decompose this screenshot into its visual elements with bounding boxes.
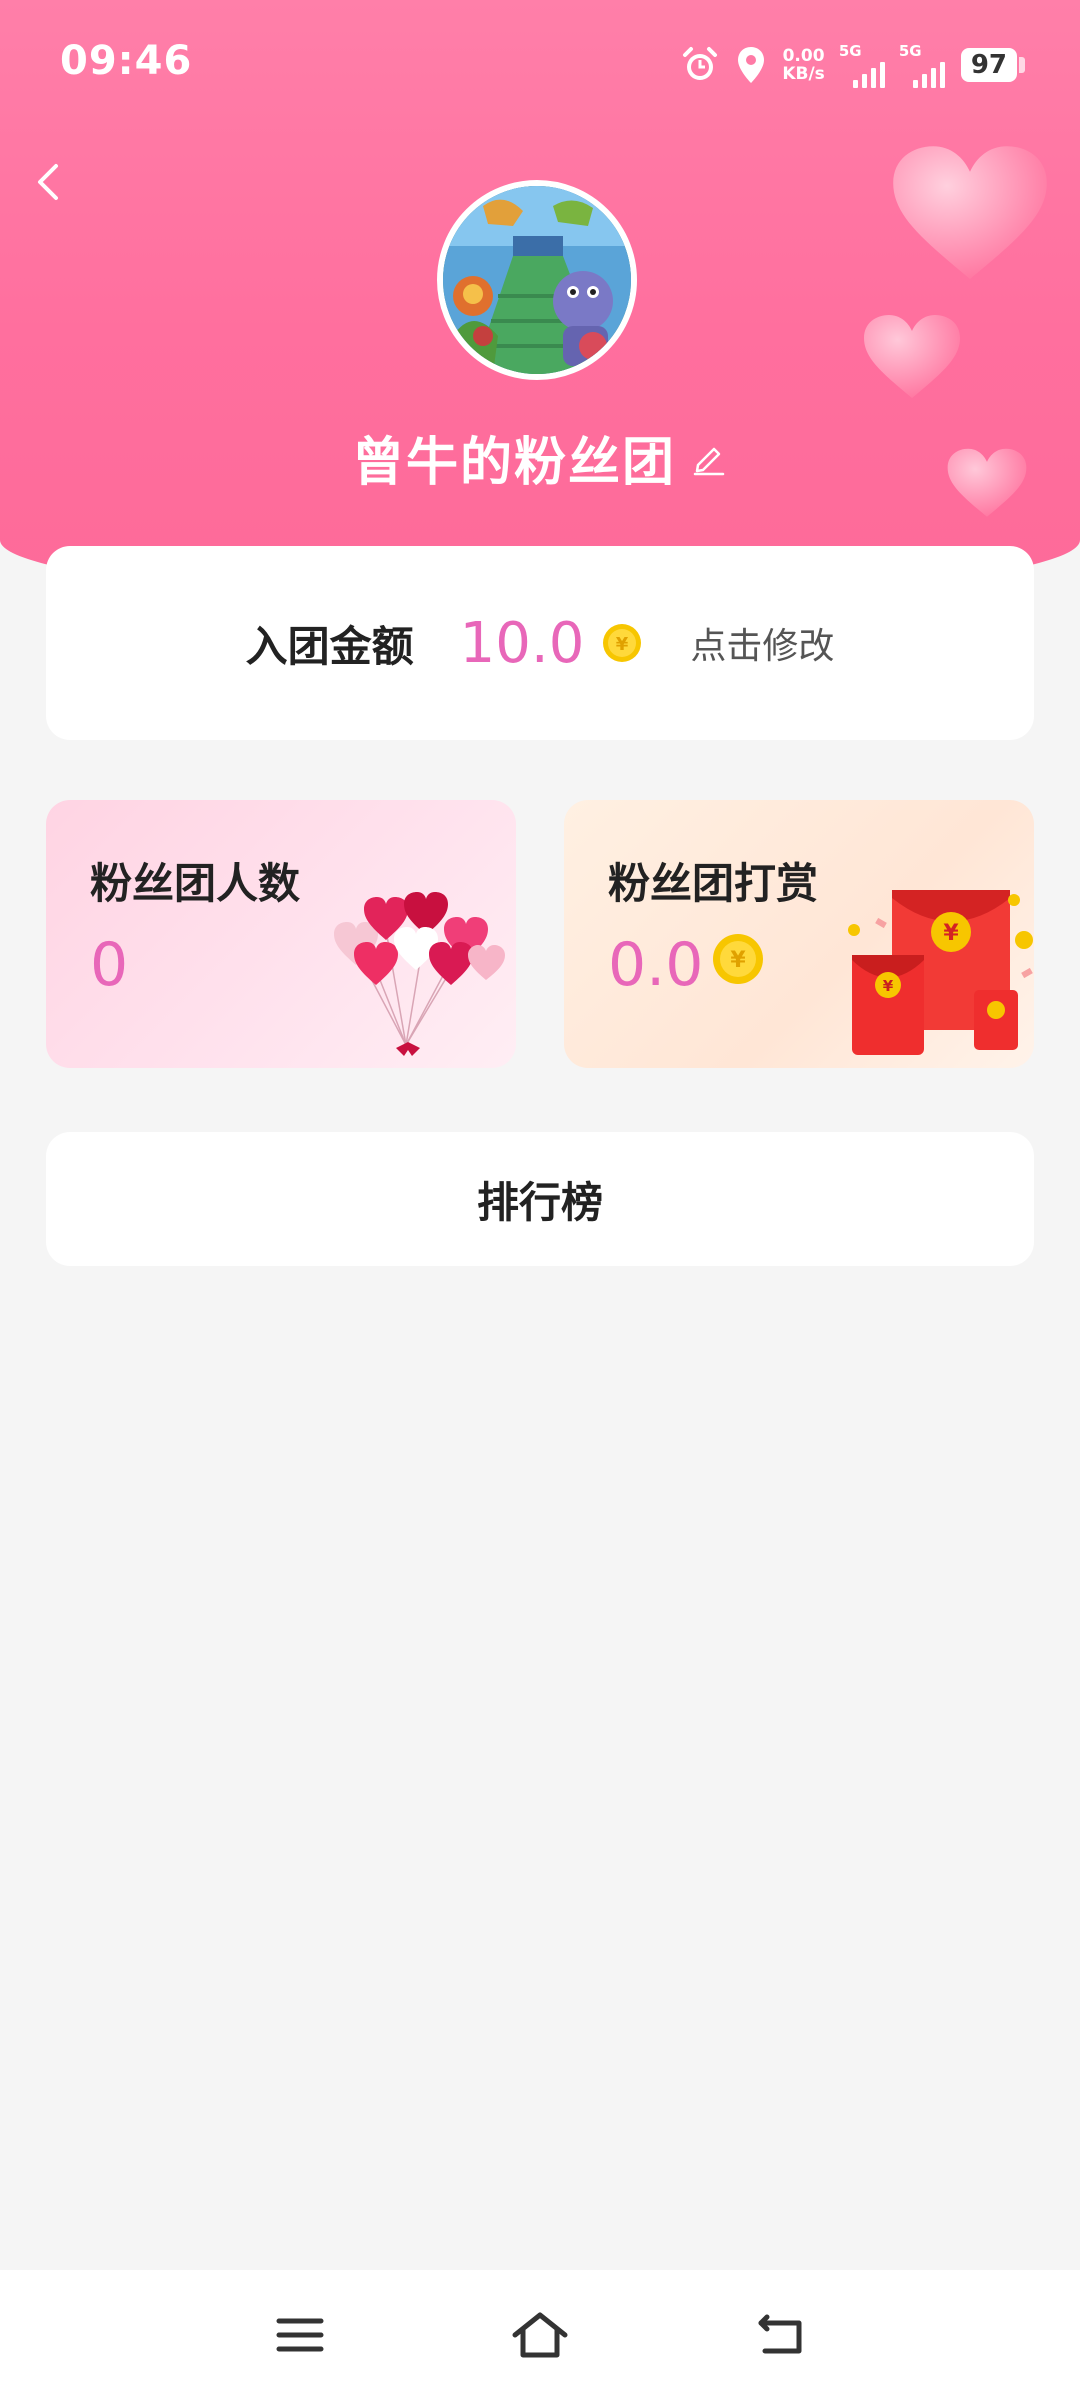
home-button[interactable] xyxy=(510,2310,570,2360)
page-title: 曾牛的粉丝团 xyxy=(351,433,676,493)
edit-fee-button[interactable]: 点击修改 xyxy=(690,617,834,669)
svg-text:¥: ¥ xyxy=(883,977,894,995)
heart-balloons-icon xyxy=(334,892,505,1056)
fan-reward-card[interactable]: 粉丝团打赏 0.0 ¥ ¥ ¥ xyxy=(564,800,1034,1068)
coin-icon: ¥ xyxy=(713,934,763,984)
fan-count-card[interactable]: 粉丝团人数 0 xyxy=(46,800,516,1068)
entry-fee-card: 入团金额 10.0 ¥ 点击修改 xyxy=(46,546,1034,740)
svg-text:¥: ¥ xyxy=(730,948,746,973)
battery-level: 97 xyxy=(960,48,1017,82)
signal-label: 5G xyxy=(838,42,862,60)
ranking-label: 排行榜 xyxy=(476,1177,603,1227)
back-nav-button[interactable] xyxy=(750,2310,810,2360)
system-nav-bar xyxy=(0,2270,1080,2400)
fan-reward-label: 粉丝团打赏 xyxy=(608,859,819,908)
alarm-icon xyxy=(680,45,720,85)
network-speed: 0.00 KB/s xyxy=(782,47,824,83)
battery-icon: 97 xyxy=(960,48,1025,82)
red-envelope-icon: ¥ ¥ xyxy=(848,890,1033,1055)
svg-text:¥: ¥ xyxy=(616,634,629,655)
svg-text:¥: ¥ xyxy=(943,921,959,946)
status-icons: 0.00 KB/s 5G 5G 97 xyxy=(680,42,1025,88)
signal-label: 5G xyxy=(898,42,922,60)
game-avatar-image xyxy=(443,186,631,374)
heart-decoration-icon xyxy=(864,315,960,398)
status-bar: 09:46 0.00 KB/s 5G 5G 97 xyxy=(0,0,1080,130)
entry-fee-label: 入团金额 xyxy=(245,621,414,671)
back-button[interactable] xyxy=(28,160,68,204)
coin-icon: ¥ xyxy=(602,623,642,663)
header-banner: 09:46 0.00 KB/s 5G 5G 97 曾牛的粉丝团 xyxy=(0,0,1080,600)
status-time: 09:46 xyxy=(60,38,193,84)
network-speed-value: 0.00 xyxy=(782,46,825,66)
ranking-button[interactable]: 排行榜 xyxy=(46,1132,1034,1266)
chevron-left-icon xyxy=(38,164,58,200)
fan-reward-value: 0.0 xyxy=(608,930,704,1000)
group-title-row: 曾牛的粉丝团 xyxy=(0,420,1080,495)
home-icon xyxy=(512,2312,568,2358)
avatar[interactable] xyxy=(437,180,637,380)
network-speed-unit: KB/s xyxy=(782,64,825,84)
entry-fee-value: 10.0 xyxy=(459,610,585,676)
menu-button[interactable] xyxy=(270,2310,330,2360)
edit-icon[interactable] xyxy=(690,439,728,477)
fan-count-label: 粉丝团人数 xyxy=(90,859,301,908)
return-icon xyxy=(758,2314,802,2354)
signal-strength-icon: 5G xyxy=(898,42,945,88)
location-icon xyxy=(736,45,766,85)
signal-strength-icon: 5G xyxy=(838,42,885,88)
fan-count-value: 0 xyxy=(90,930,129,1000)
menu-icon xyxy=(276,2318,324,2352)
heart-decoration-icon xyxy=(893,146,1047,279)
